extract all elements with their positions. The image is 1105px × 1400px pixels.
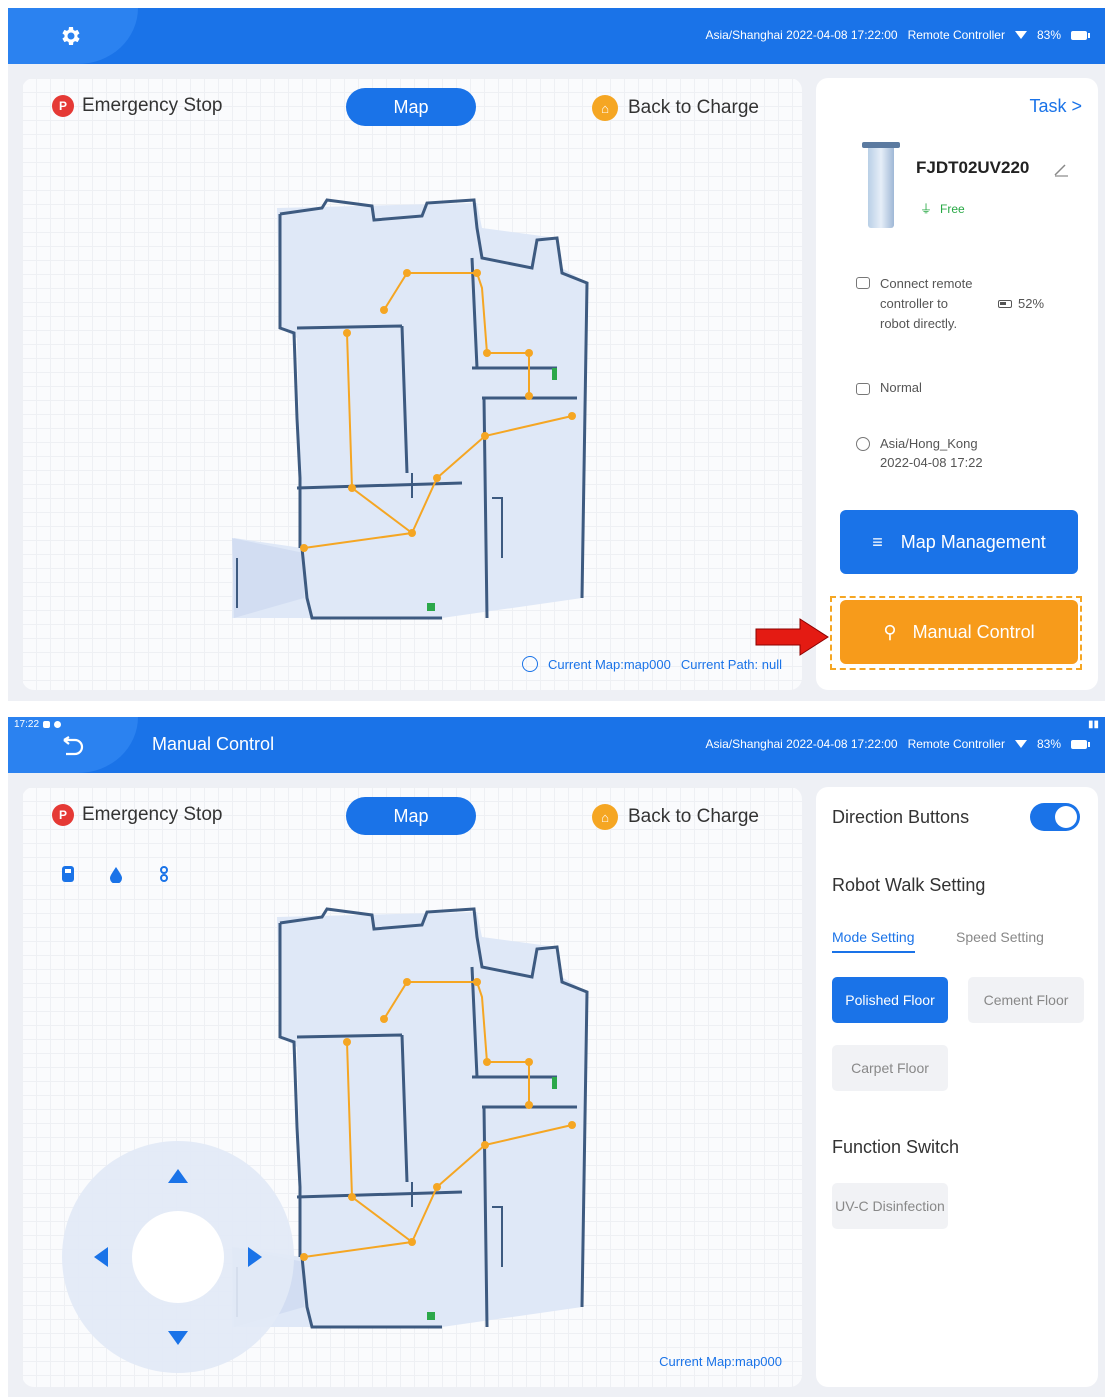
function-switch-title: Function Switch xyxy=(832,1137,960,1157)
mode-icon xyxy=(856,383,870,395)
map-info: Current Map:map000 Current Path: null xyxy=(521,656,782,672)
battery-icon xyxy=(1071,30,1090,40)
arrow-right-icon[interactable] xyxy=(248,1247,262,1267)
direction-pad[interactable] xyxy=(62,1141,294,1373)
robot-battery-level: 52% xyxy=(1018,296,1045,311)
floor-plan xyxy=(232,198,589,620)
signal-icon: ▮▮ xyxy=(1087,719,1099,730)
notification-icon xyxy=(43,721,51,728)
robot-image xyxy=(862,142,900,228)
remote-hint-row: Connect remote controller to robot direc… xyxy=(856,274,986,334)
cement-floor-button[interactable]: Cement Floor xyxy=(968,977,1084,1023)
carpet-floor-button[interactable]: Carpet Floor xyxy=(832,1045,948,1091)
task-link[interactable]: Task > xyxy=(1029,96,1082,117)
battery-icon xyxy=(1071,739,1090,749)
system-status: 17:22 xyxy=(14,719,62,730)
highlight-box xyxy=(830,596,1082,670)
manual-settings-panel: Direction Buttons Robot Walk Setting Mod… xyxy=(816,787,1098,1387)
mode-label: Normal xyxy=(880,380,922,395)
robot-name: FJDT02UV220 xyxy=(916,158,1030,177)
back-arrow-icon[interactable] xyxy=(60,735,86,759)
timezone-time: Asia/Shanghai 2022-04-08 17:22:00 xyxy=(705,28,898,42)
map-panel[interactable]: P Emergency Stop Map ⌂ Back to Charge Cu… xyxy=(22,78,802,690)
clock-icon xyxy=(856,437,870,451)
robot-status-icon: ⏚ xyxy=(920,202,933,216)
map-management-button[interactable]: ≡ Map Management xyxy=(840,510,1078,574)
system-time: 17:22 xyxy=(14,719,40,730)
robot-battery-icon xyxy=(998,299,1012,308)
red-arrow-icon xyxy=(755,618,829,656)
tab-mode-setting[interactable]: Mode Setting xyxy=(832,929,915,953)
uvc-disinfection-button[interactable]: UV-C Disinfection xyxy=(832,1183,948,1229)
remote-icon xyxy=(856,277,870,289)
tab-speed-setting[interactable]: Speed Setting xyxy=(956,929,1044,945)
arrow-down-icon[interactable] xyxy=(168,1331,188,1345)
arrow-left-icon[interactable] xyxy=(94,1247,108,1267)
top-bar: Asia/Shanghai 2022-04-08 17:22:00 Remote… xyxy=(8,8,1105,64)
timezone-time: Asia/Shanghai 2022-04-08 17:22:00 xyxy=(705,737,898,751)
battery-level: 83% xyxy=(1036,737,1061,751)
map-info: Current Map:map000 xyxy=(659,1354,782,1369)
gear-icon[interactable] xyxy=(58,24,82,48)
robot-status: ⏚ Free xyxy=(920,200,965,217)
remote-hint: Connect remote controller to robot direc… xyxy=(880,276,973,331)
time-row: Asia/Hong_Kong 2022-04-08 17:22 xyxy=(856,434,983,472)
map-panel[interactable]: P Emergency Stop Map ⌂ Back to Charge Cu… xyxy=(22,787,802,1387)
status-bar: Asia/Shanghai 2022-04-08 17:22:00 Remote… xyxy=(705,737,1090,751)
current-map-label: Current Map:map000 xyxy=(659,1354,782,1369)
wifi-icon xyxy=(1014,740,1027,748)
status-bar: Asia/Shanghai 2022-04-08 17:22:00 Remote… xyxy=(705,28,1090,42)
robot-timezone: Asia/Hong_Kong xyxy=(880,436,978,451)
direction-buttons-toggle[interactable] xyxy=(1030,803,1080,831)
mode-row: Normal xyxy=(856,380,922,395)
notification-dot-icon xyxy=(54,721,62,728)
controller-label: Remote Controller xyxy=(907,28,1005,42)
direction-buttons-label: Direction Buttons xyxy=(832,807,970,827)
robot-status-label: Free xyxy=(940,201,965,216)
map-management-label: Map Management xyxy=(900,531,1046,552)
current-map-label: Current Map:map000 xyxy=(547,656,671,672)
robot-datetime: 2022-04-08 17:22 xyxy=(880,455,983,470)
arrow-up-icon[interactable] xyxy=(168,1169,188,1183)
screen-manual-control: 17:22 ▮▮ Manual Control Asia/Shanghai 20… xyxy=(8,717,1105,1397)
current-path-label: Current Path: null xyxy=(680,656,782,672)
pencil-icon[interactable] xyxy=(1052,160,1070,178)
map-info-icon xyxy=(521,656,538,672)
polished-floor-button[interactable]: Polished Floor xyxy=(832,977,948,1023)
page-title: Manual Control xyxy=(152,734,275,754)
menu-icon: ≡ xyxy=(872,531,883,552)
robot-battery: 52% xyxy=(998,296,1044,311)
floor-map[interactable] xyxy=(22,78,802,690)
battery-level: 83% xyxy=(1036,28,1061,42)
robot-walk-setting-title: Robot Walk Setting xyxy=(832,875,986,895)
wifi-icon xyxy=(1014,31,1027,39)
controller-label: Remote Controller xyxy=(907,737,1005,751)
top-bar: 17:22 ▮▮ Manual Control Asia/Shanghai 20… xyxy=(8,717,1105,773)
